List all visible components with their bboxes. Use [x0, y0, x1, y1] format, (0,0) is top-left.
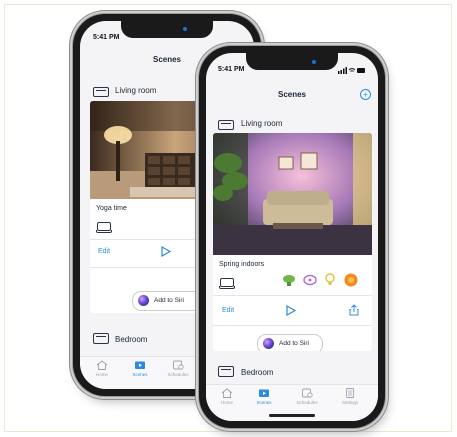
tab-home[interactable]: Home — [207, 388, 247, 405]
tab-bar: Home Scenes Schedules Settings — [206, 384, 378, 421]
play-icon[interactable] — [286, 305, 296, 316]
tab-scenes[interactable]: Scenes — [120, 360, 160, 377]
siri-icon — [263, 338, 274, 349]
tab-label: Scenes — [132, 372, 148, 377]
tab-label: Settings — [341, 400, 359, 405]
scene-name: Spring indoors — [219, 261, 265, 268]
status-bar: 5:41 PM — [80, 21, 254, 43]
schedules-icon — [173, 360, 184, 370]
bed-icon — [218, 366, 234, 377]
tab-label: Home — [220, 400, 233, 405]
home-icon — [221, 388, 233, 398]
divider — [213, 295, 372, 296]
status-icons — [338, 67, 365, 74]
room-title: Living room — [115, 86, 157, 95]
scene-photo — [213, 133, 372, 255]
status-bar: 5:41 PM — [206, 53, 378, 75]
room-header-bedroom: Bedroom — [206, 361, 378, 379]
light-strip-icon — [219, 278, 235, 289]
tab-home[interactable]: Home — [82, 360, 122, 377]
room-header-living: Living room — [206, 115, 378, 133]
tab-schedules[interactable]: Schedules — [158, 360, 198, 377]
tab-label: Schedules — [296, 400, 318, 405]
room-title: Living room — [241, 119, 283, 128]
bulb-icon — [325, 273, 335, 285]
edit-button[interactable]: Edit — [98, 248, 110, 255]
tab-label: Home — [95, 372, 108, 377]
tab-settings[interactable]: Settings — [330, 388, 370, 405]
add-to-siri-button[interactable]: Add to Siri — [132, 291, 204, 311]
light-strip-icon — [96, 222, 112, 233]
page-title: Scenes — [277, 90, 307, 99]
sofa-icon — [218, 120, 234, 130]
scenes-icon — [135, 361, 145, 369]
status-time: 5:41 PM — [93, 34, 120, 41]
front-phone: 5:41 PM Scenes + Living room Spring indo… — [199, 46, 385, 428]
bed-icon — [93, 333, 109, 344]
schedules-icon — [302, 388, 313, 398]
home-indicator — [269, 414, 315, 417]
tab-label: Schedules — [167, 372, 189, 377]
tab-schedules[interactable]: Schedules — [287, 388, 327, 405]
room-title: Bedroom — [241, 368, 274, 377]
scene-name: Yoga time — [96, 205, 127, 212]
scenes-icon — [259, 389, 269, 397]
sun-light-icon — [344, 273, 358, 287]
status-time: 5:41 PM — [218, 66, 245, 73]
scene-card[interactable]: Spring indoors Edit Add to Siri — [213, 133, 372, 351]
home-icon — [96, 360, 108, 370]
tab-scenes[interactable]: Scenes — [244, 388, 284, 405]
add-to-siri-button[interactable]: Add to Siri — [257, 334, 323, 351]
plant-light-icon — [283, 275, 295, 286]
divider — [213, 325, 372, 326]
flower-light-icon — [303, 274, 317, 286]
play-icon[interactable] — [161, 246, 171, 257]
front-phone-screen: 5:41 PM Scenes + Living room Spring indo… — [206, 53, 378, 421]
siri-button-label: Add to Siri — [279, 340, 309, 347]
room-title: Bedroom — [115, 335, 148, 344]
share-icon[interactable] — [349, 304, 359, 316]
siri-icon — [138, 295, 149, 306]
plus-circle-icon[interactable]: + — [360, 89, 371, 100]
edit-button[interactable]: Edit — [222, 307, 234, 314]
settings-icon — [346, 388, 354, 398]
sofa-icon — [93, 87, 109, 97]
siri-button-label: Add to Siri — [154, 297, 184, 304]
tab-label: Scenes — [256, 400, 272, 405]
